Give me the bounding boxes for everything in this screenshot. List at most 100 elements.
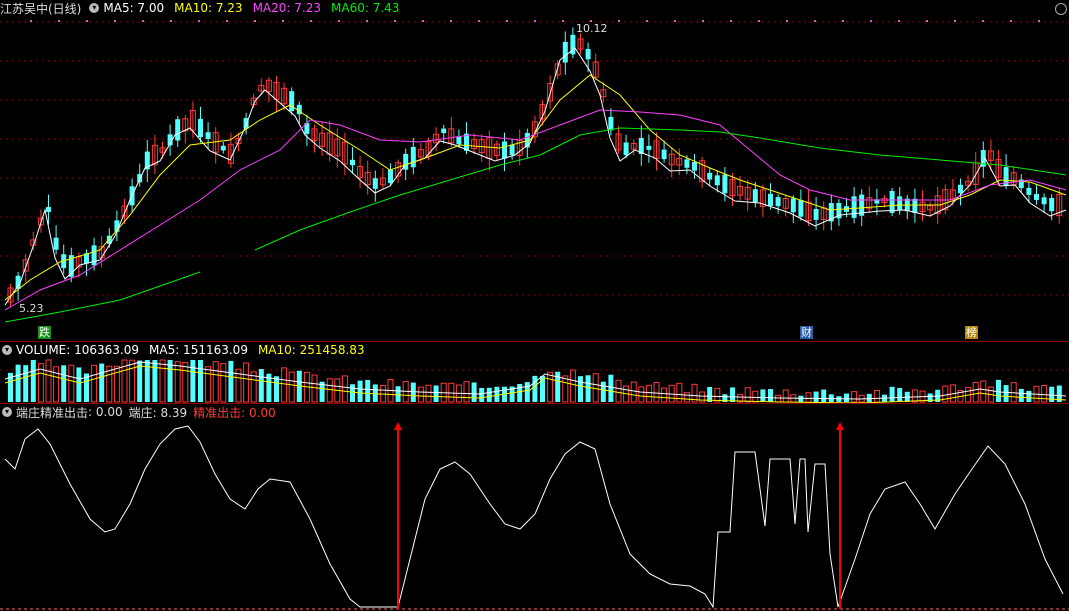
- marker-dot: [758, 20, 760, 22]
- collapse-icon[interactable]: ▾: [89, 3, 100, 13]
- volume-bar: [562, 375, 569, 403]
- volume-bar: [805, 392, 812, 403]
- marker-dot: [310, 20, 312, 22]
- volume-bar: [569, 369, 576, 403]
- tag-cai[interactable]: 财: [800, 326, 813, 339]
- volume-bar: [730, 387, 735, 402]
- candle-body: [562, 41, 568, 63]
- indicator-value-3: 精准出击: 0.00: [193, 405, 276, 420]
- candle-body: [1026, 187, 1032, 195]
- oscillator-line: [4, 425, 1064, 609]
- volume-bar: [980, 380, 987, 403]
- volume-bar: [524, 382, 530, 402]
- volume-bar: [638, 386, 645, 403]
- volume-bar: [53, 366, 60, 403]
- volume-bar: [615, 379, 622, 403]
- volume-bar: [1018, 388, 1024, 402]
- volume-bar: [91, 364, 98, 403]
- volume-bar: [813, 391, 819, 402]
- volume-bar: [578, 376, 583, 402]
- high-price-label: 10.12: [576, 22, 608, 35]
- candlestick-chart[interactable]: [0, 0, 1069, 341]
- volume-bar: [30, 360, 36, 402]
- volume-bar: [220, 363, 227, 403]
- candle-body: [608, 116, 614, 131]
- volume-bar: [630, 381, 637, 403]
- collapse-icon[interactable]: ▾: [2, 345, 12, 355]
- volume-bar: [911, 389, 918, 403]
- candle-body: [198, 118, 203, 138]
- indicator-value-1: : 0.00: [88, 405, 123, 419]
- volume-bar: [844, 393, 849, 402]
- marker-dot: [478, 20, 480, 22]
- signal-arrow-head: [394, 422, 402, 430]
- marker-dot: [366, 20, 368, 22]
- marker-dot: [170, 20, 172, 22]
- candle-body: [707, 172, 713, 180]
- volume-bar: [821, 389, 827, 402]
- volume-bar: [159, 359, 166, 403]
- volume-bar: [152, 360, 158, 402]
- volume-bar: [288, 371, 295, 403]
- volume-value: VOLUME: 106363.09: [16, 343, 139, 357]
- signal-arrow-head: [836, 422, 844, 430]
- volume-bar: [851, 391, 858, 403]
- volume-bar: [425, 384, 432, 403]
- candle-body: [388, 169, 393, 184]
- marker-dot: [1010, 20, 1012, 22]
- candle-body: [661, 149, 667, 160]
- candle-body: [1041, 197, 1047, 205]
- indicator-panel[interactable]: ▾ 端庄精准出击 : 0.00 端庄: 8.39 精准出击: 0.00: [0, 404, 1069, 611]
- indicator-header: ▾ 端庄精准出击 : 0.00 端庄: 8.39 精准出击: 0.00: [0, 404, 276, 420]
- candle-body: [1034, 194, 1039, 200]
- volume-bar: [365, 379, 371, 402]
- candle-body: [692, 161, 697, 171]
- tag-die[interactable]: 跌: [38, 326, 51, 339]
- close-icon[interactable]: [1055, 3, 1067, 15]
- collapse-icon[interactable]: ▾: [2, 407, 12, 417]
- marker-dot: [870, 20, 872, 22]
- volume-bar: [683, 392, 690, 403]
- volume-bar: [99, 363, 105, 402]
- marker-dot: [842, 20, 844, 22]
- volume-bar: [897, 388, 903, 402]
- indicator-chart[interactable]: [0, 404, 1069, 611]
- candle-body: [684, 159, 690, 168]
- candle-body: [350, 159, 355, 166]
- volume-bar: [15, 364, 21, 402]
- volume-bar: [417, 386, 424, 403]
- volume-bar: [45, 359, 52, 403]
- marker-dot: [814, 20, 816, 22]
- volume-bar: [198, 360, 203, 402]
- volume-bar: [866, 393, 872, 402]
- marker-dot: [422, 20, 424, 22]
- ma20-value: MA20: 7.23: [252, 1, 321, 15]
- marker-dot: [114, 20, 116, 22]
- candle-body: [790, 198, 796, 213]
- volume-bar: [311, 374, 318, 403]
- volume-bar: [547, 371, 554, 403]
- marker-dot: [226, 20, 228, 22]
- volume-bar: [205, 366, 212, 403]
- volume-bar: [281, 367, 288, 403]
- marker-dot: [674, 20, 676, 22]
- candle-body: [1049, 198, 1055, 212]
- marker-dot: [506, 20, 508, 22]
- volume-bar: [585, 375, 591, 402]
- volume-panel[interactable]: ▾ VOLUME: 106363.09 MA5: 151163.09 MA10:…: [0, 342, 1069, 404]
- marker-dot: [1038, 20, 1040, 22]
- tag-bang[interactable]: 榜: [965, 326, 978, 339]
- marker-dot: [562, 20, 564, 22]
- volume-bar: [258, 369, 264, 402]
- volume-bar: [76, 367, 82, 402]
- price-panel[interactable]: 江苏吴中(日线) ▾ MA5: 7.00 MA10: 7.23 MA20: 7.…: [0, 0, 1069, 342]
- volume-bar: [873, 390, 880, 403]
- candle-body: [205, 132, 211, 139]
- volume-bar: [190, 360, 196, 402]
- volume-bar: [653, 382, 660, 403]
- ma5-value: MA5: 7.00: [103, 1, 165, 15]
- volume-bar: [274, 376, 279, 402]
- volume-bar: [341, 375, 348, 403]
- volume-bar: [433, 385, 439, 402]
- price-header: 江苏吴中(日线) ▾ MA5: 7.00 MA10: 7.23 MA20: 7.…: [0, 0, 409, 16]
